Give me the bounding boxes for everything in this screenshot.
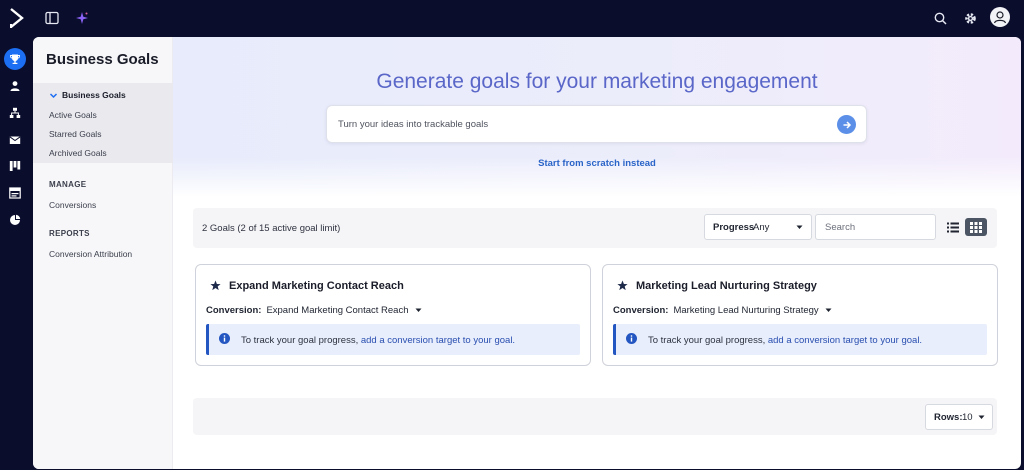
conversion-value: Expand Marketing Contact Reach bbox=[266, 305, 409, 316]
add-conversion-target-link[interactable]: add a conversion target to your goal. bbox=[768, 335, 922, 346]
panel-toggle-icon[interactable] bbox=[42, 8, 62, 28]
rows-per-page-select[interactable]: Rows: 10 bbox=[925, 404, 993, 430]
conversion-select[interactable]: Expand Marketing Contact Reach bbox=[266, 305, 421, 316]
search-icon[interactable] bbox=[930, 8, 950, 28]
goal-count: 2 Goals (2 of 15 active goal limit) bbox=[202, 223, 341, 234]
nav-group-business-goals: Business Goals Active Goals Starred Goal… bbox=[33, 83, 173, 163]
add-conversion-target-link[interactable]: add a conversion target to your goal. bbox=[361, 335, 515, 346]
progress-filter-select[interactable]: Progress Any bbox=[704, 214, 812, 240]
rows-value: 10 bbox=[962, 412, 973, 423]
chevron-down-icon bbox=[49, 92, 58, 98]
progress-filter-label: Progress bbox=[713, 222, 755, 233]
sidebar-item-conversions[interactable]: Conversions bbox=[49, 200, 96, 210]
conversion-label: Conversion: bbox=[206, 305, 262, 316]
goal-conversion: Conversion: Expand Marketing Contact Rea… bbox=[206, 305, 422, 316]
goal-conversion: Conversion: Marketing Lead Nurturing Str… bbox=[613, 305, 832, 316]
content-area: Generate goals for your marketing engage… bbox=[173, 37, 1021, 469]
top-bar bbox=[0, 0, 1024, 37]
app-logo-icon[interactable] bbox=[6, 6, 28, 30]
progress-filter-value: Any bbox=[753, 222, 770, 233]
nav-section-manage: MANAGE bbox=[49, 180, 87, 189]
goal-idea-placeholder: Turn your ideas into trackable goals bbox=[338, 119, 489, 130]
pie-chart-icon[interactable] bbox=[4, 209, 26, 231]
sidebar-item-starred-goals[interactable]: Starred Goals bbox=[49, 129, 101, 139]
goal-idea-input[interactable]: Turn your ideas into trackable goals bbox=[326, 105, 867, 143]
info-banner: To track your goal progress, add a conve… bbox=[613, 324, 987, 355]
caret-down-icon bbox=[825, 308, 832, 312]
user-avatar-icon[interactable] bbox=[990, 7, 1010, 27]
conversion-label: Conversion: bbox=[613, 305, 669, 316]
goal-title[interactable]: Expand Marketing Contact Reach bbox=[229, 280, 404, 292]
sidebar-item-conversion-attribution[interactable]: Conversion Attribution bbox=[49, 249, 132, 259]
sidenav-title: Business Goals bbox=[46, 51, 159, 68]
gear-icon[interactable] bbox=[960, 8, 980, 28]
layout-icon[interactable] bbox=[4, 182, 26, 204]
org-chart-icon[interactable] bbox=[4, 102, 26, 124]
person-icon[interactable] bbox=[4, 75, 26, 97]
sidebar-item-archived-goals[interactable]: Archived Goals bbox=[49, 148, 107, 158]
caret-down-icon bbox=[415, 308, 421, 312]
hero-title: Generate goals for your marketing engage… bbox=[376, 70, 818, 93]
mail-icon[interactable] bbox=[4, 129, 26, 151]
star-icon[interactable] bbox=[210, 280, 221, 291]
conversion-value: Marketing Lead Nurturing Strategy bbox=[673, 305, 819, 316]
caret-down-icon bbox=[796, 225, 803, 229]
goals-toolbar: 2 Goals (2 of 15 active goal limit) Prog… bbox=[193, 208, 997, 248]
start-from-scratch-link[interactable]: Start from scratch instead bbox=[173, 158, 1021, 169]
sidebar-item-active-goals[interactable]: Active Goals bbox=[49, 110, 97, 120]
kanban-icon[interactable] bbox=[4, 155, 26, 177]
submit-arrow-button[interactable] bbox=[837, 115, 856, 134]
conversion-select[interactable]: Marketing Lead Nurturing Strategy bbox=[673, 305, 832, 316]
nav-section-reports: REPORTS bbox=[49, 229, 90, 238]
info-banner: To track your goal progress, add a conve… bbox=[206, 324, 580, 355]
left-rail bbox=[0, 37, 31, 470]
side-navigation: Business Goals Business Goals Active Goa… bbox=[33, 37, 173, 469]
list-icon bbox=[947, 222, 959, 232]
list-view-button[interactable] bbox=[942, 218, 964, 236]
goal-card[interactable]: Expand Marketing Contact Reach Conversio… bbox=[195, 264, 591, 366]
info-message: To track your goal progress, add a conve… bbox=[648, 335, 922, 346]
pagination-bar: Rows: 10 bbox=[193, 398, 997, 435]
search-placeholder: Search bbox=[825, 222, 856, 233]
search-input[interactable]: Search bbox=[815, 214, 936, 240]
goal-title[interactable]: Marketing Lead Nurturing Strategy bbox=[636, 280, 817, 292]
nav-group-toggle[interactable]: Business Goals bbox=[49, 90, 126, 100]
arrow-right-icon bbox=[843, 120, 851, 129]
info-text: To track your goal progress, bbox=[241, 335, 361, 346]
info-text: To track your goal progress, bbox=[648, 335, 768, 346]
grid-icon bbox=[970, 221, 982, 233]
main-panel: Business Goals Business Goals Active Goa… bbox=[33, 37, 1021, 469]
info-message: To track your goal progress, add a conve… bbox=[241, 335, 515, 346]
hero-banner: Generate goals for your marketing engage… bbox=[173, 37, 1021, 197]
info-icon bbox=[626, 333, 637, 344]
nav-group-label: Business Goals bbox=[62, 90, 126, 100]
goal-card[interactable]: Marketing Lead Nurturing Strategy Conver… bbox=[602, 264, 998, 366]
rows-label: Rows: bbox=[934, 412, 963, 423]
caret-down-icon bbox=[978, 415, 985, 419]
sparkle-icon[interactable] bbox=[72, 8, 92, 28]
trophy-icon[interactable] bbox=[4, 48, 26, 70]
star-icon[interactable] bbox=[617, 280, 628, 291]
info-icon bbox=[219, 333, 230, 344]
grid-view-button[interactable] bbox=[965, 218, 987, 236]
